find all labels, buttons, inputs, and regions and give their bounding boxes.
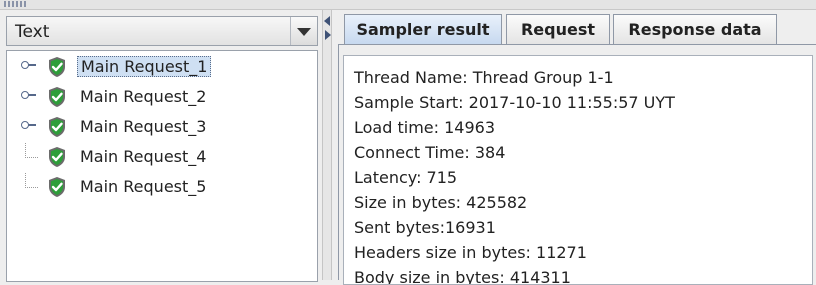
renderer-dropdown[interactable]: Text — [6, 16, 318, 46]
tree-item[interactable]: Main Request_4 — [7, 143, 307, 171]
results-tree-panel: Text Main Request_1 Main Request_2 Main … — [6, 12, 320, 282]
tree-item[interactable]: Main Request_3 — [7, 113, 307, 141]
collapse-left-icon[interactable] — [324, 16, 330, 26]
tree-connector-line — [25, 143, 38, 158]
chevron-down-icon — [297, 28, 311, 36]
thread-name-line: Thread Name: Thread Group 1-1 — [354, 68, 614, 87]
sampler-result-text[interactable]: Thread Name: Thread Group 1-1 Sample Sta… — [343, 55, 813, 285]
sample-tree: Main Request_1 Main Request_2 Main Reque… — [6, 50, 318, 282]
load-time-line: Load time: 14963 — [354, 118, 495, 137]
tree-item-label[interactable]: Main Request_1 — [77, 56, 212, 77]
tree-item-label[interactable]: Main Request_3 — [77, 116, 209, 137]
tree-expand-icon[interactable] — [21, 121, 36, 129]
tree-item[interactable]: Main Request_2 — [7, 83, 307, 111]
tree-expand-icon[interactable] — [21, 91, 36, 99]
renderer-dropdown-value: Text — [15, 22, 50, 42]
tree-item-label[interactable]: Main Request_4 — [77, 146, 209, 167]
tab-bar: Sampler result Request Response data — [338, 14, 816, 47]
dropdown-button[interactable] — [290, 17, 317, 45]
tree-item[interactable]: Main Request_1 — [7, 53, 307, 81]
sent-bytes-line: Sent bytes:16931 — [354, 218, 496, 237]
sample-start-line: Sample Start: 2017-10-10 11:55:57 UYT — [354, 93, 675, 112]
drag-handle-icon[interactable] — [4, 1, 26, 7]
collapse-right-icon[interactable] — [325, 30, 331, 40]
size-bytes-line: Size in bytes: 425582 — [354, 193, 528, 212]
connect-time-line: Connect Time: 384 — [354, 143, 506, 162]
headers-size-line: Headers size in bytes: 11271 — [354, 243, 587, 262]
success-shield-icon — [49, 177, 65, 197]
split-pane-divider[interactable] — [322, 10, 332, 280]
tab-sampler-result[interactable]: Sampler result — [344, 14, 502, 47]
body-size-line: Body size in bytes: 414311 — [354, 268, 571, 285]
top-strip — [0, 0, 816, 10]
success-shield-icon — [49, 117, 65, 137]
tree-connector-line — [25, 173, 38, 188]
tree-item-label[interactable]: Main Request_5 — [77, 176, 209, 197]
tree-expand-icon[interactable] — [21, 61, 36, 69]
tab-content: Thread Name: Thread Group 1-1 Sample Sta… — [338, 45, 816, 285]
success-shield-icon — [49, 57, 65, 77]
tab-request[interactable]: Request — [506, 14, 610, 44]
tree-item[interactable]: Main Request_5 — [7, 173, 307, 201]
success-shield-icon — [49, 87, 65, 107]
result-detail-panel: Sampler result Request Response data Thr… — [338, 12, 816, 285]
success-shield-icon — [49, 147, 65, 167]
latency-line: Latency: 715 — [354, 168, 458, 187]
tab-response-data[interactable]: Response data — [613, 14, 777, 44]
tree-item-label[interactable]: Main Request_2 — [77, 86, 209, 107]
